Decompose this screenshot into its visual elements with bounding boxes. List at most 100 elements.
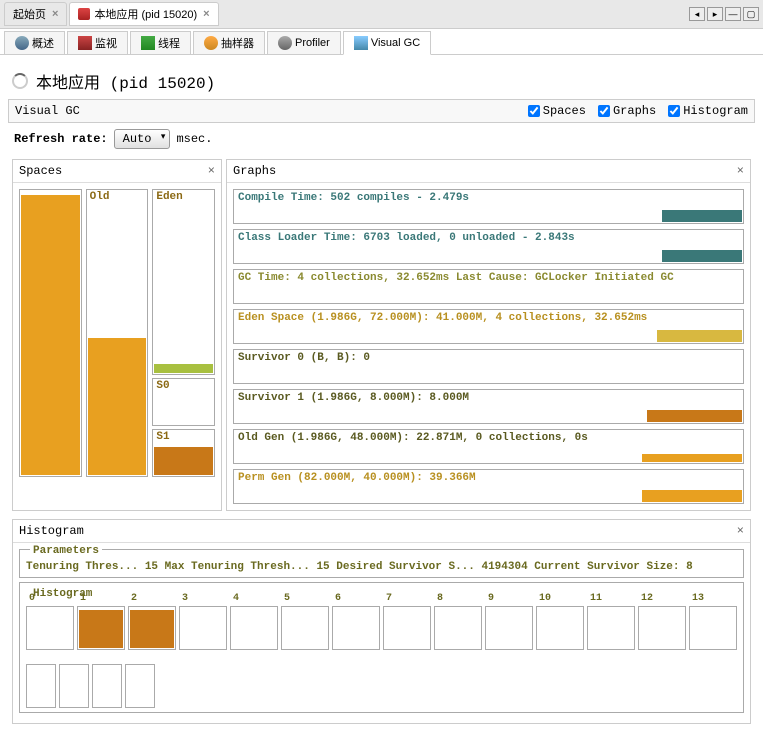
histo-bar-6: 6 bbox=[332, 606, 380, 650]
prev-button[interactable]: ◂ bbox=[689, 7, 705, 21]
histo-bar-10: 10 bbox=[536, 606, 584, 650]
parameters-fieldset: Parameters Tenuring Thres... 15 Max Tenu… bbox=[19, 549, 744, 578]
close-icon[interactable]: × bbox=[737, 524, 744, 538]
monitor-icon bbox=[78, 36, 92, 50]
eden-box: Eden bbox=[152, 189, 215, 375]
refresh-label: Refresh rate: bbox=[14, 132, 108, 146]
check-spaces[interactable]: Spaces bbox=[528, 104, 586, 118]
profiler-icon bbox=[278, 36, 292, 50]
close-icon[interactable]: × bbox=[52, 8, 58, 20]
graphs-title: Graphs × bbox=[227, 160, 750, 183]
spinner-icon bbox=[12, 73, 28, 89]
histo-bar-13: 13 bbox=[689, 606, 737, 650]
histo-bar-7: 7 bbox=[383, 606, 431, 650]
next-button[interactable]: ▸ bbox=[707, 7, 723, 21]
sampler-icon bbox=[204, 36, 218, 50]
bar-classloader bbox=[662, 250, 742, 262]
bar-permgen bbox=[642, 490, 742, 502]
tab-label: 本地应用 (pid 15020) bbox=[94, 6, 197, 22]
perm-fill bbox=[21, 195, 80, 475]
check-histogram[interactable]: Histogram bbox=[668, 104, 748, 118]
histo-bar-8: 8 bbox=[434, 606, 482, 650]
spaces-inner: ... Old Eden S0 bbox=[13, 183, 221, 483]
histogram-title: Histogram × bbox=[13, 520, 750, 543]
parameters-text: Tenuring Thres... 15 Max Tenuring Thresh… bbox=[26, 561, 737, 573]
perm-col: ... bbox=[19, 189, 82, 477]
histo-extra-bar bbox=[125, 664, 155, 708]
graph-eden: Eden Space (1.986G, 72.000M): 41.000M, 4… bbox=[233, 309, 744, 344]
histogram-extra bbox=[26, 664, 737, 708]
graph-classloader: Class Loader Time: 6703 loaded, 0 unload… bbox=[233, 229, 744, 264]
old-box: Old bbox=[86, 189, 149, 477]
spaces-title: Spaces × bbox=[13, 160, 221, 183]
histogram-fieldset: Histogram 012345678910111213 bbox=[19, 582, 744, 713]
s1-box: S1 bbox=[152, 429, 215, 477]
s1-fill bbox=[154, 447, 213, 475]
refresh-unit: msec. bbox=[176, 132, 212, 146]
histo-bar-2: 2 bbox=[128, 606, 176, 650]
bar-oldgen bbox=[642, 454, 742, 462]
refresh-row: Refresh rate: Auto msec. bbox=[8, 123, 755, 155]
info-icon bbox=[15, 36, 29, 50]
gc-icon bbox=[354, 36, 368, 50]
tab-start[interactable]: 起始页 × bbox=[4, 2, 67, 26]
histo-bar-11: 11 bbox=[587, 606, 635, 650]
close-icon[interactable]: × bbox=[737, 164, 744, 178]
tab-app[interactable]: 本地应用 (pid 15020) × bbox=[69, 2, 218, 26]
minimize-button[interactable]: — bbox=[725, 7, 741, 21]
tab-sampler[interactable]: 抽样器 bbox=[193, 31, 265, 54]
graphs-inner: Compile Time: 502 compiles - 2.479s Clas… bbox=[227, 183, 750, 510]
graph-gctime: GC Time: 4 collections, 32.652ms Last Ca… bbox=[233, 269, 744, 304]
histogram-inner: Parameters Tenuring Thres... 15 Max Tenu… bbox=[13, 543, 750, 723]
histo-bar-3: 3 bbox=[179, 606, 227, 650]
close-icon[interactable]: × bbox=[203, 8, 209, 20]
maximize-button[interactable]: ▢ bbox=[743, 7, 759, 21]
perm-box: ... bbox=[19, 189, 82, 477]
eden-col: Eden S0 S1 bbox=[152, 189, 215, 477]
view-checks: Spaces Graphs Histogram bbox=[528, 104, 748, 118]
tab-monitor[interactable]: 监视 bbox=[67, 31, 128, 54]
sub-tab-bar: 概述 监视 线程 抽样器 Profiler Visual GC bbox=[0, 29, 763, 55]
refresh-dropdown[interactable]: Auto bbox=[114, 129, 171, 149]
spaces-panel: Spaces × ... Old bbox=[12, 159, 222, 511]
page-title: 本地应用 (pid 15020) bbox=[36, 69, 215, 93]
panel-title: Visual GC bbox=[15, 104, 80, 118]
tab-profiler[interactable]: Profiler bbox=[267, 31, 341, 54]
s0-box: S0 bbox=[152, 378, 215, 426]
tab-visualgc[interactable]: Visual GC bbox=[343, 31, 431, 55]
graphs-panel: Graphs × Compile Time: 502 compiles - 2.… bbox=[226, 159, 751, 511]
bar-compile bbox=[662, 210, 742, 222]
graph-permgen: Perm Gen (82.000M, 40.000M): 39.366M bbox=[233, 469, 744, 504]
panel-header: Visual GC Spaces Graphs Histogram bbox=[8, 99, 755, 123]
graph-compile: Compile Time: 502 compiles - 2.479s bbox=[233, 189, 744, 224]
title-row: 本地应用 (pid 15020) bbox=[8, 63, 755, 99]
histo-extra-bar bbox=[92, 664, 122, 708]
histo-bar-1: 1 bbox=[77, 606, 125, 650]
histo-extra-bar bbox=[26, 664, 56, 708]
check-graphs[interactable]: Graphs bbox=[598, 104, 656, 118]
content-area: 本地应用 (pid 15020) Visual GC Spaces Graphs… bbox=[0, 55, 763, 735]
old-col: Old bbox=[86, 189, 149, 477]
histo-bar-0: 0 bbox=[26, 606, 74, 650]
bar-eden bbox=[657, 330, 742, 342]
histo-bar-4: 4 bbox=[230, 606, 278, 650]
histo-bar-12: 12 bbox=[638, 606, 686, 650]
tab-label: 起始页 bbox=[13, 6, 46, 22]
histo-bar-5: 5 bbox=[281, 606, 329, 650]
graph-oldgen: Old Gen (1.986G, 48.000M): 22.871M, 0 co… bbox=[233, 429, 744, 464]
bar-surv1 bbox=[647, 410, 742, 422]
graph-surv1: Survivor 1 (1.986G, 8.000M): 8.000M bbox=[233, 389, 744, 424]
window-controls: ◂ ▸ — ▢ bbox=[689, 7, 759, 21]
main-grid: Spaces × ... Old bbox=[8, 155, 755, 515]
tab-threads[interactable]: 线程 bbox=[130, 31, 191, 54]
histogram-bars: 012345678910111213 bbox=[26, 606, 737, 650]
top-tab-bar: 起始页 × 本地应用 (pid 15020) × ◂ ▸ — ▢ bbox=[0, 0, 763, 29]
eden-fill bbox=[154, 364, 213, 373]
graph-surv0: Survivor 0 (B, B): 0 bbox=[233, 349, 744, 384]
close-icon[interactable]: × bbox=[208, 164, 215, 178]
histogram-panel: Histogram × Parameters Tenuring Thres...… bbox=[12, 519, 751, 724]
histo-extra-bar bbox=[59, 664, 89, 708]
tab-overview[interactable]: 概述 bbox=[4, 31, 65, 54]
java-icon bbox=[78, 8, 90, 20]
old-fill bbox=[88, 338, 147, 475]
